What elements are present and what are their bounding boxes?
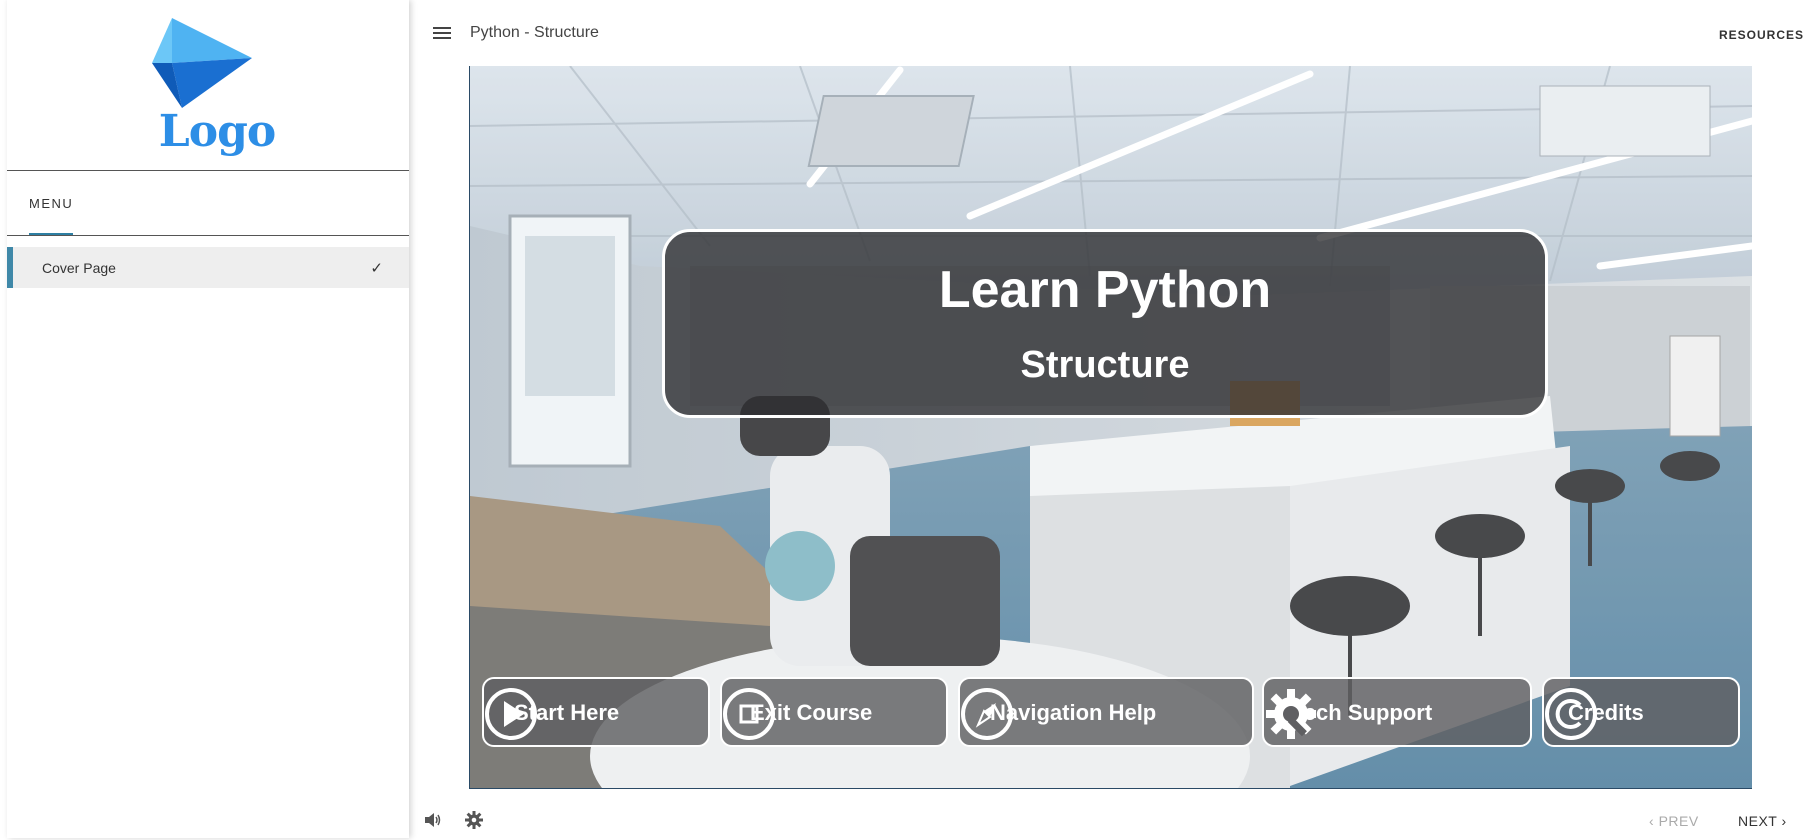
divider xyxy=(7,170,409,171)
active-indicator xyxy=(7,247,13,288)
divider xyxy=(7,235,409,236)
next-label: NEXT xyxy=(1738,813,1778,829)
logo-mark-icon xyxy=(152,18,252,108)
checkmark-icon: ✓ xyxy=(370,260,383,277)
resources-button[interactable]: RESOURCES xyxy=(1719,28,1804,42)
exit-course-button[interactable]: Exit Course xyxy=(720,677,948,747)
logo: Logo xyxy=(152,18,282,158)
prev-button[interactable]: ‹ PREV xyxy=(1649,813,1699,829)
chevron-left-icon: ‹ xyxy=(1649,813,1655,829)
tech-support-button[interactable]: Tech Support xyxy=(1262,677,1532,747)
compass-icon xyxy=(961,688,1013,740)
chevron-right-icon: › xyxy=(1781,813,1787,829)
credits-button[interactable]: Credits xyxy=(1542,677,1740,747)
navigation-help-button[interactable]: Navigation Help xyxy=(958,677,1254,747)
slide-stage: Learn Python Structure Start Here Exit C… xyxy=(469,66,1752,789)
stop-icon xyxy=(723,688,775,740)
slide-title: Learn Python xyxy=(938,261,1272,319)
menu-tab[interactable]: MENU xyxy=(29,196,73,211)
course-title: Python - Structure xyxy=(470,24,599,41)
copyright-icon xyxy=(1545,688,1597,740)
menu-item-cover-page[interactable]: Cover Page ✓ xyxy=(7,247,409,288)
start-here-button[interactable]: Start Here xyxy=(482,677,710,747)
audio-icon[interactable] xyxy=(424,812,442,828)
title-card: Learn Python Structure xyxy=(662,229,1548,418)
gear-wrench-icon xyxy=(1266,689,1316,739)
slide-subtitle: Structure xyxy=(1020,344,1190,386)
next-button[interactable]: NEXT › xyxy=(1738,813,1787,829)
prev-label: PREV xyxy=(1658,813,1699,829)
hamburger-menu-icon[interactable] xyxy=(433,27,451,41)
sidebar: Logo MENU Cover Page ✓ xyxy=(7,0,409,838)
play-icon xyxy=(485,688,537,740)
logo-text: Logo xyxy=(158,106,276,157)
menu-item-label: Cover Page xyxy=(42,259,116,276)
window-edge xyxy=(0,0,7,840)
navigation-help-label: Navigation Help xyxy=(990,700,1157,725)
settings-gear-icon[interactable] xyxy=(465,811,483,829)
